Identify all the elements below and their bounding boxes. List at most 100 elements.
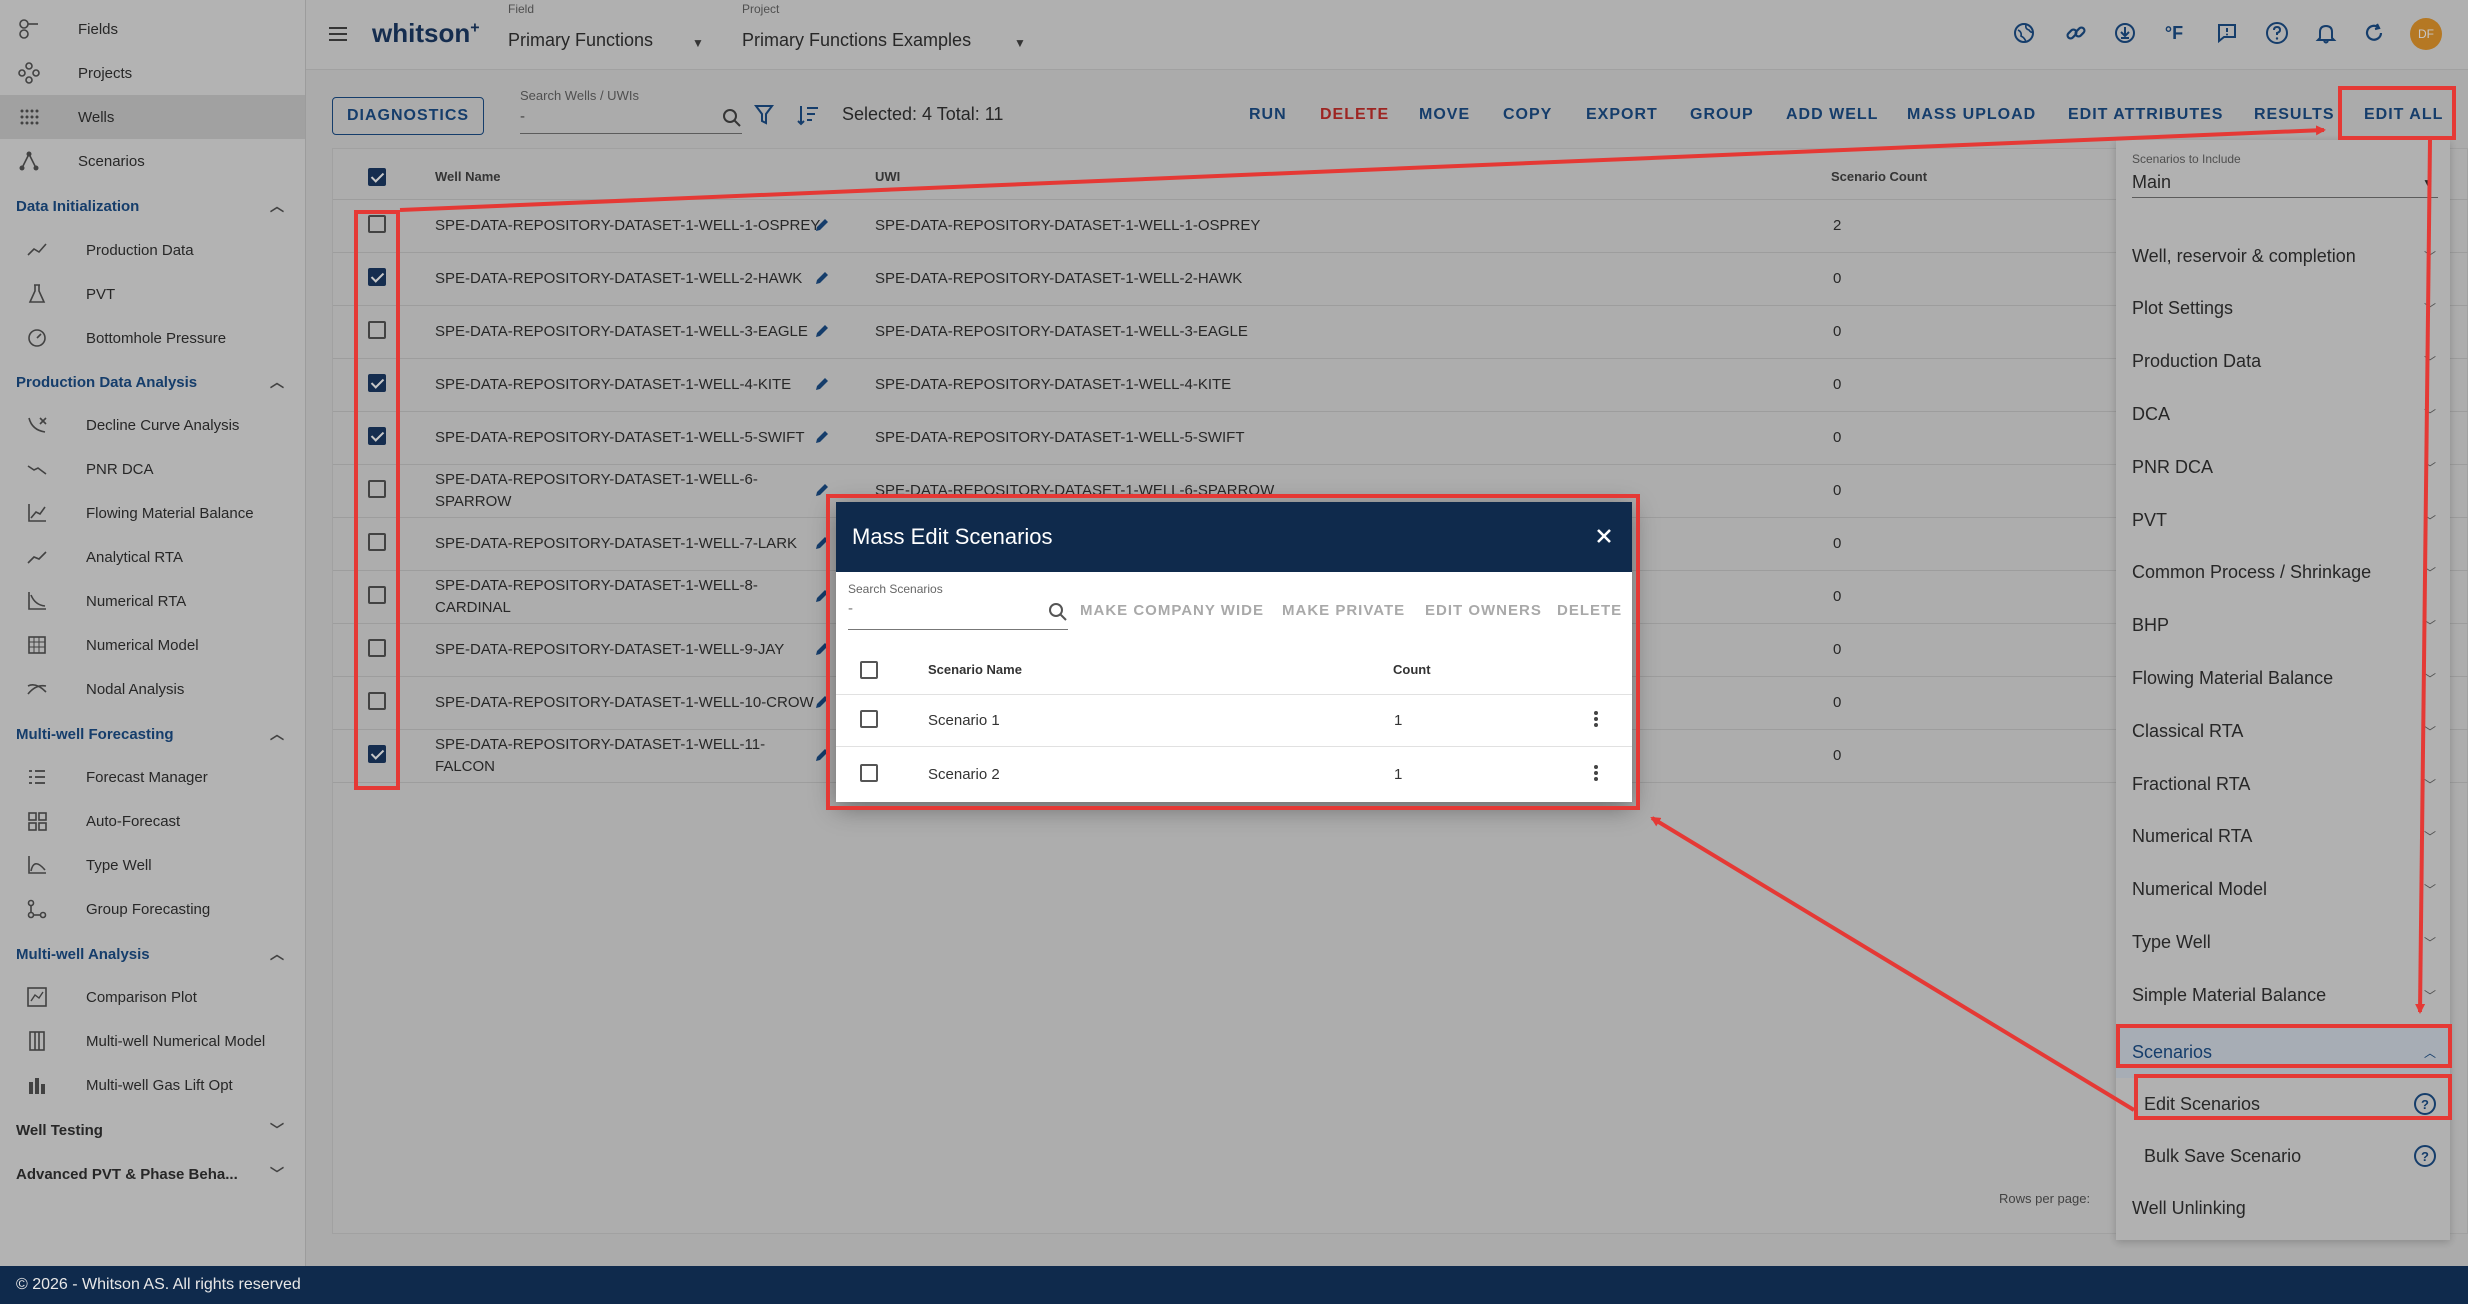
panel-item[interactable]: Common Process / Shrinkage ﹀ (2116, 547, 2450, 599)
panel-item-scenarios[interactable]: Scenarios ︿ (2116, 1026, 2450, 1078)
select-all-scenarios-checkbox[interactable] (860, 661, 878, 679)
help-circle-icon[interactable]: ? (2414, 1093, 2436, 1115)
well-row-checkbox[interactable] (368, 426, 386, 445)
panel-item[interactable]: DCA ﹀ (2116, 388, 2450, 440)
panel-item[interactable]: Numerical RTA ﹀ (2116, 811, 2450, 863)
panel-item-well-unlinking[interactable]: Well Unlinking (2116, 1182, 2450, 1234)
pencil-icon[interactable] (813, 375, 831, 393)
sidebar-item-nodal-analysis[interactable]: Nodal Analysis (0, 667, 305, 711)
sidebar-item-numerical-rta[interactable]: Numerical RTA (0, 579, 305, 623)
select-all-checkbox[interactable] (368, 168, 386, 186)
help-icon[interactable] (2262, 18, 2292, 48)
delete-button[interactable]: DELETE (1320, 106, 1389, 124)
panel-item-bulk-save-scenario[interactable]: Bulk Save Scenario ? (2116, 1130, 2450, 1182)
column-header-scenario-name[interactable]: Scenario Name (928, 662, 1022, 677)
sidebar-section-multi-well-analysis[interactable]: Multi-well Analysis ︿ (0, 934, 305, 974)
pencil-icon[interactable] (813, 693, 831, 711)
well-row-checkbox[interactable] (368, 691, 386, 710)
well-row-checkbox[interactable] (368, 320, 386, 339)
panel-item[interactable]: Numerical Model ﹀ (2116, 864, 2450, 916)
results-button[interactable]: RESULTS (2254, 106, 2334, 124)
sidebar-item-multi-well-gas-lift-opt[interactable]: Multi-well Gas Lift Opt (0, 1063, 305, 1107)
sidebar-section-data-initialization[interactable]: Data Initialization ︿ (0, 186, 305, 226)
sidebar-item-decline-curve-analysis[interactable]: Decline Curve Analysis (0, 403, 305, 447)
sidebar-section-production-data-analysis[interactable]: Production Data Analysis ︿ (0, 362, 305, 402)
panel-item[interactable]: Plot Settings ﹀ (2116, 283, 2450, 335)
filter-icon[interactable] (754, 104, 774, 131)
well-row-checkbox[interactable] (368, 479, 386, 498)
globe-icon[interactable] (2009, 18, 2039, 48)
well-row-checkbox[interactable] (368, 373, 386, 392)
panel-item[interactable]: PVT ﹀ (2116, 494, 2450, 546)
help-circle-icon[interactable]: ? (2414, 1145, 2436, 1167)
well-row-checkbox[interactable] (368, 585, 386, 604)
panel-item[interactable]: Classical RTA ﹀ (2116, 705, 2450, 757)
panel-item-edit-scenarios[interactable]: Edit Scenarios ? (2116, 1078, 2450, 1130)
more-vert-icon[interactable] (1593, 763, 1599, 785)
search-scenarios-field[interactable]: Search Scenarios (848, 582, 1068, 630)
sidebar-item-numerical-model[interactable]: Numerical Model (0, 623, 305, 667)
sidebar-item-projects[interactable]: Projects (0, 51, 305, 95)
sidebar-item-pnr-dca[interactable]: PNR DCA (0, 447, 305, 491)
move-button[interactable]: MOVE (1419, 106, 1470, 124)
copy-button[interactable]: COPY (1503, 106, 1552, 124)
sidebar-item-bottomhole-pressure[interactable]: Bottomhole Pressure (0, 316, 305, 360)
run-button[interactable]: RUN (1249, 106, 1287, 124)
temperature-unit-icon[interactable]: °F (2159, 18, 2189, 48)
close-icon[interactable] (1590, 522, 1618, 550)
sidebar-item-fields[interactable]: Fields (0, 7, 305, 51)
make-private-button[interactable]: MAKE PRIVATE (1282, 602, 1405, 619)
search-icon[interactable] (1048, 602, 1068, 627)
group-button[interactable]: GROUP (1690, 106, 1754, 124)
link-icon[interactable] (2061, 18, 2091, 48)
search-wells-field[interactable]: Search Wells / UWIs (520, 88, 742, 134)
search-icon[interactable] (722, 108, 742, 133)
download-icon[interactable] (2110, 18, 2140, 48)
well-row-checkbox[interactable] (368, 532, 386, 551)
well-row-checkbox[interactable] (368, 638, 386, 657)
pencil-icon[interactable] (813, 481, 831, 499)
well-row-checkbox[interactable] (368, 267, 386, 286)
export-button[interactable]: EXPORT (1586, 106, 1658, 124)
delete-button[interactable]: DELETE (1557, 602, 1622, 619)
bell-icon[interactable] (2311, 18, 2341, 48)
column-header-count[interactable]: Count (1393, 662, 1431, 677)
scenario-row-checkbox[interactable] (860, 710, 878, 728)
edit-all-button[interactable]: EDIT ALL (2364, 106, 2443, 124)
mass-upload-button[interactable]: MASS UPLOAD (1907, 106, 2036, 124)
column-header-uwi[interactable]: UWI (875, 169, 900, 184)
edit-owners-button[interactable]: EDIT OWNERS (1425, 602, 1542, 619)
panel-item[interactable]: Simple Material Balance ﹀ (2116, 969, 2450, 1021)
search-scenarios-input[interactable] (848, 600, 1038, 617)
sidebar-item-analytical-rta[interactable]: Analytical RTA (0, 535, 305, 579)
panel-item[interactable]: Flowing Material Balance ﹀ (2116, 652, 2450, 704)
more-vert-icon[interactable] (1593, 709, 1599, 731)
make-company-wide-button[interactable]: MAKE COMPANY WIDE (1080, 602, 1264, 619)
sidebar-item-auto-forecast[interactable]: Auto-Forecast (0, 799, 305, 843)
pencil-icon[interactable] (813, 640, 831, 658)
refresh-icon[interactable] (2359, 18, 2389, 48)
sidebar-item-scenarios[interactable]: Scenarios (0, 139, 305, 183)
sort-icon[interactable] (796, 104, 820, 131)
scenarios-to-include-select[interactable]: Main ▼ (2132, 172, 2438, 198)
pencil-icon[interactable] (813, 269, 831, 287)
sidebar-item-pvt[interactable]: PVT (0, 272, 305, 316)
pencil-icon[interactable] (813, 587, 831, 605)
scenario-row-checkbox[interactable] (860, 764, 878, 782)
column-header-scenario-count[interactable]: Scenario Count (1831, 169, 1927, 184)
sidebar-item-forecast-manager[interactable]: Forecast Manager (0, 755, 305, 799)
panel-item[interactable]: Type Well ﹀ (2116, 916, 2450, 968)
well-row-checkbox[interactable] (368, 214, 386, 233)
pencil-icon[interactable] (813, 322, 831, 340)
sidebar-section-well-testing[interactable]: Well Testing ﹀ (0, 1110, 305, 1150)
search-wells-input[interactable] (520, 108, 710, 125)
panel-item[interactable]: Production Data ﹀ (2116, 336, 2450, 388)
edit-attributes-button[interactable]: EDIT ATTRIBUTES (2068, 106, 2223, 124)
panel-item[interactable]: Well, reservoir & completion ﹀ (2116, 230, 2450, 282)
panel-item[interactable]: PNR DCA ﹀ (2116, 441, 2450, 493)
panel-item[interactable]: BHP ﹀ (2116, 600, 2450, 652)
feedback-icon[interactable] (2212, 18, 2242, 48)
pencil-icon[interactable] (813, 746, 831, 764)
sidebar-item-flowing-material-balance[interactable]: Flowing Material Balance (0, 491, 305, 535)
sidebar-item-type-well[interactable]: Type Well (0, 843, 305, 887)
